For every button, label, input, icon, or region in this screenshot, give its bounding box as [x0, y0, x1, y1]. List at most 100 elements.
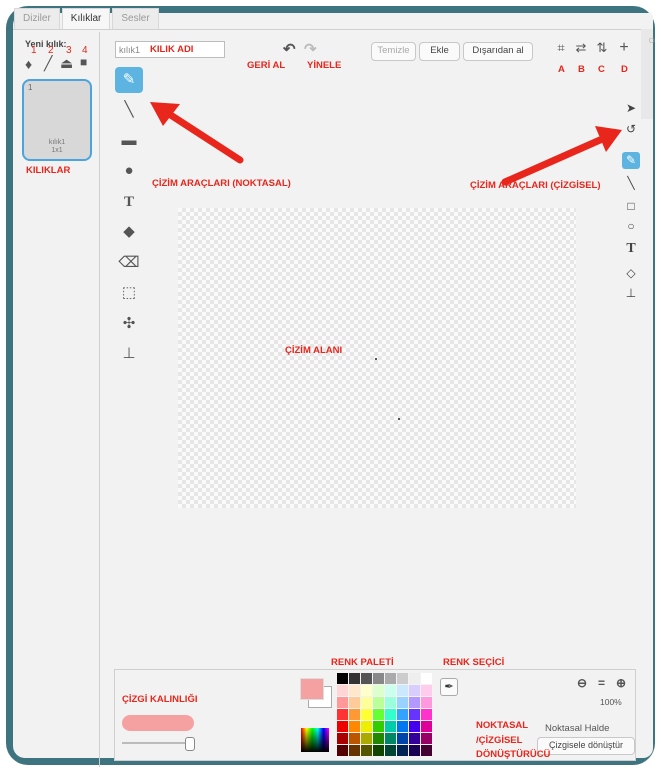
palette-swatch[interactable] — [361, 685, 372, 696]
fill-tool-icon[interactable]: ◆ — [115, 219, 143, 245]
vector-rectangle-icon[interactable]: □ — [622, 198, 640, 215]
palette-swatch[interactable] — [373, 733, 384, 744]
convert-to-vector-button[interactable]: Çizgisele dönüştür — [537, 737, 635, 755]
tab-sounds[interactable]: Sesler — [112, 8, 159, 30]
palette-swatch[interactable] — [409, 721, 420, 732]
remove-background-icon[interactable]: ✣ — [115, 311, 143, 337]
palette-swatch[interactable] — [385, 721, 396, 732]
palette-swatch[interactable] — [409, 709, 420, 720]
palette-swatch[interactable] — [337, 745, 348, 756]
palette-swatch[interactable] — [373, 721, 384, 732]
palette-swatch[interactable] — [385, 697, 396, 708]
palette-swatch[interactable] — [373, 745, 384, 756]
scroll-icon[interactable]: ○ — [648, 33, 655, 47]
choose-from-library-icon[interactable]: ♦ — [25, 56, 32, 72]
palette-swatch[interactable] — [361, 697, 372, 708]
palette-swatch[interactable] — [385, 673, 396, 684]
add-button[interactable]: Ekle — [419, 42, 460, 61]
palette-swatch[interactable] — [397, 697, 408, 708]
redo-icon[interactable]: ↷ — [304, 40, 317, 58]
vector-stamp-icon[interactable]: ⊥ — [622, 285, 640, 302]
palette-swatch[interactable] — [397, 685, 408, 696]
camera-icon[interactable]: ■ — [80, 55, 87, 69]
eyedropper-icon[interactable]: ✒ — [440, 678, 458, 696]
palette-swatch[interactable] — [385, 709, 396, 720]
palette-swatch[interactable] — [385, 745, 396, 756]
palette-swatch[interactable] — [337, 673, 348, 684]
set-center-icon[interactable]: + — [616, 40, 632, 56]
palette-swatch[interactable] — [421, 733, 432, 744]
palette-swatch[interactable] — [421, 697, 432, 708]
vector-ellipse-icon[interactable]: ○ — [622, 218, 640, 235]
vector-line-icon[interactable]: ╲ — [622, 175, 640, 192]
brush-tool-icon[interactable]: ✎ — [115, 67, 143, 93]
clear-button[interactable]: Temizle — [371, 42, 416, 61]
palette-swatch[interactable] — [397, 673, 408, 684]
zoom-reset-icon[interactable]: = — [598, 676, 605, 690]
palette-swatch[interactable] — [385, 685, 396, 696]
palette-swatch[interactable] — [349, 697, 360, 708]
palette-swatch[interactable] — [397, 721, 408, 732]
palette-swatch[interactable] — [337, 721, 348, 732]
palette-swatch[interactable] — [337, 709, 348, 720]
palette-swatch[interactable] — [421, 721, 432, 732]
palette-swatch[interactable] — [397, 733, 408, 744]
color-palette[interactable] — [337, 673, 432, 756]
vector-text-icon[interactable]: T — [622, 240, 640, 257]
rectangle-tool-icon[interactable]: ▬ — [115, 128, 143, 154]
palette-swatch[interactable] — [409, 673, 420, 684]
paint-new-costume-icon[interactable]: ╱ — [44, 55, 52, 72]
ellipse-tool-icon[interactable]: ● — [115, 158, 143, 184]
palette-swatch[interactable] — [361, 709, 372, 720]
palette-swatch[interactable] — [349, 721, 360, 732]
palette-swatch[interactable] — [397, 745, 408, 756]
palette-swatch[interactable] — [337, 685, 348, 696]
primary-color-swatch[interactable] — [300, 678, 324, 700]
upload-costume-icon[interactable]: ⏏ — [60, 55, 73, 72]
palette-swatch[interactable] — [397, 709, 408, 720]
palette-swatch[interactable] — [421, 673, 432, 684]
flip-horizontal-icon[interactable]: ⇄ — [573, 40, 589, 56]
palette-swatch[interactable] — [373, 709, 384, 720]
palette-swatch[interactable] — [349, 673, 360, 684]
palette-swatch[interactable] — [421, 745, 432, 756]
palette-swatch[interactable] — [349, 745, 360, 756]
text-tool-icon[interactable]: T — [115, 189, 143, 215]
vector-select-icon[interactable]: ➤ — [622, 100, 640, 117]
palette-swatch[interactable] — [373, 685, 384, 696]
zoom-out-icon[interactable]: ⊖ — [577, 676, 587, 690]
palette-swatch[interactable] — [361, 745, 372, 756]
palette-swatch[interactable] — [361, 673, 372, 684]
stamp-tool-icon[interactable]: ⊥ — [115, 341, 143, 367]
zoom-in-icon[interactable]: ⊕ — [616, 676, 626, 690]
set-costume-center-icon[interactable]: ⌗ — [553, 40, 569, 56]
costume-thumbnail[interactable]: 1 kılık1 1x1 — [22, 79, 92, 161]
palette-swatch[interactable] — [349, 733, 360, 744]
palette-swatch[interactable] — [349, 709, 360, 720]
line-tool-icon[interactable]: ╲ — [115, 97, 143, 123]
palette-swatch[interactable] — [337, 733, 348, 744]
palette-swatch[interactable] — [409, 685, 420, 696]
tab-costumes[interactable]: Kılıklar — [61, 8, 111, 30]
drawing-canvas[interactable] — [178, 208, 576, 508]
palette-swatch[interactable] — [361, 721, 372, 732]
reshape-icon[interactable]: ↺ — [622, 121, 640, 138]
import-button[interactable]: Dışarıdan al — [463, 42, 533, 61]
palette-swatch[interactable] — [421, 709, 432, 720]
palette-swatch[interactable] — [337, 697, 348, 708]
tab-scripts[interactable]: Diziler — [14, 8, 60, 30]
palette-swatch[interactable] — [385, 733, 396, 744]
palette-swatch[interactable] — [409, 745, 420, 756]
palette-swatch[interactable] — [421, 685, 432, 696]
vector-fill-icon[interactable]: ◇ — [622, 265, 640, 282]
palette-swatch[interactable] — [409, 733, 420, 744]
eraser-tool-icon[interactable]: ⌫ — [115, 250, 143, 276]
palette-swatch[interactable] — [373, 673, 384, 684]
line-width-slider-handle[interactable] — [185, 737, 195, 751]
undo-icon[interactable]: ↶ — [283, 40, 296, 58]
palette-swatch[interactable] — [409, 697, 420, 708]
palette-swatch[interactable] — [373, 697, 384, 708]
palette-swatch[interactable] — [361, 733, 372, 744]
line-width-slider[interactable] — [122, 742, 190, 744]
pencil-icon[interactable]: ✎ — [622, 152, 640, 169]
